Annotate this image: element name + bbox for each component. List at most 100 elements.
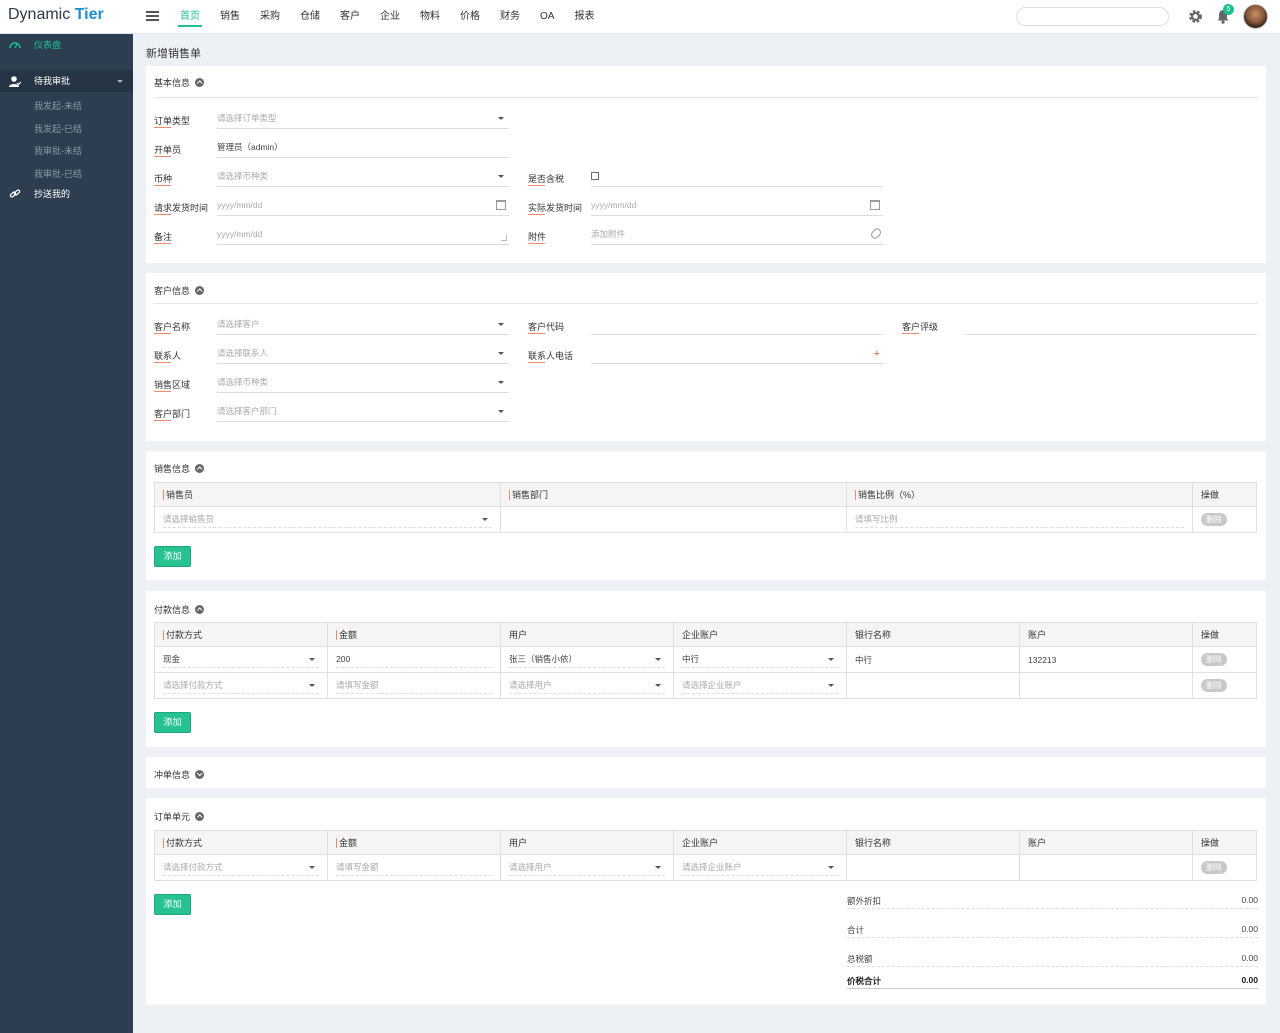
attachment-field[interactable]: 附件 添加附件	[528, 226, 883, 246]
section-title-basic[interactable]: 基本信息	[154, 76, 205, 89]
collapse-icon[interactable]	[195, 464, 205, 473]
section-title-units[interactable]: 订单单元	[154, 810, 205, 823]
add-unit-button[interactable]: 添加	[154, 894, 191, 915]
order-units-panel: 订单单元 付款方式 金额 用户 企业账户 银行名称 账户 操做 请选择付款方式 …	[146, 798, 1266, 1005]
payment-method-select[interactable]: 请选择付款方式	[163, 677, 319, 694]
customer-rating-field: 客户评级	[902, 316, 1257, 336]
plus-icon[interactable]: +	[874, 346, 880, 363]
customer-name-select[interactable]: 请选择客户	[217, 316, 509, 335]
dropdown-arrow-icon	[309, 658, 315, 661]
currency-select[interactable]: 请选择币种类	[217, 168, 509, 187]
delete-button[interactable]: 删除	[1201, 653, 1227, 666]
actual-ship-date-input[interactable]: yyyy/mm/dd	[591, 197, 883, 216]
user-select[interactable]: 张三（销售小依）	[509, 651, 665, 668]
user-select[interactable]: 请选择用户	[509, 859, 665, 876]
section-title-sales[interactable]: 销售信息	[154, 462, 205, 475]
order-units-table: 付款方式 金额 用户 企业账户 银行名称 账户 操做 请选择付款方式 请填写金额…	[154, 830, 1257, 881]
dropdown-arrow-icon	[309, 866, 315, 869]
nav-storage[interactable]: 仓储	[290, 0, 330, 34]
delete-button[interactable]: 删除	[1201, 861, 1227, 874]
sidebar-subitem[interactable]: 我发起-未结	[34, 99, 82, 112]
section-title-offset[interactable]: 冲单信息	[154, 768, 205, 781]
dropdown-arrow-icon	[498, 175, 504, 178]
bank-name-cell: 中行	[846, 646, 1020, 673]
resize-handle-icon[interactable]	[501, 235, 507, 241]
nav-customer[interactable]: 客户	[330, 0, 370, 34]
ratio-input[interactable]: 请填写比例	[855, 511, 1184, 528]
collapse-icon[interactable]	[195, 78, 205, 87]
dropdown-arrow-icon	[482, 518, 488, 521]
contact-select[interactable]: 请选择联系人	[217, 345, 509, 364]
contact-phone-field[interactable]: 联系人电话 +	[528, 345, 883, 365]
amount-input[interactable]: 200	[336, 651, 492, 668]
sidebar-item-dashboard[interactable]: 仪表盘	[0, 34, 133, 56]
sidebar-item-cc[interactable]: 抄送我的	[0, 183, 133, 205]
collapse-icon[interactable]	[195, 605, 205, 614]
avatar[interactable]	[1243, 4, 1268, 29]
delete-button[interactable]: 删除	[1201, 513, 1227, 526]
sales-region-field[interactable]: 销售区域 请选择币种类	[154, 374, 509, 394]
attachment-input[interactable]: 添加附件	[591, 226, 883, 245]
request-ship-date-field[interactable]: 请求发货时间 yyyy/mm/dd	[154, 197, 509, 217]
app-logo[interactable]: Dynamic Tier	[8, 6, 104, 24]
nav-finance[interactable]: 财务	[490, 0, 530, 34]
amount-input[interactable]: 请填写金额	[336, 859, 492, 876]
add-payment-button[interactable]: 添加	[154, 712, 191, 733]
request-ship-date-input[interactable]: yyyy/mm/dd	[217, 197, 509, 216]
calendar-icon[interactable]	[870, 200, 880, 210]
dropdown-arrow-icon	[498, 381, 504, 384]
nav-purchase[interactable]: 采购	[250, 0, 290, 34]
customer-dept-select[interactable]: 请选择客户部门	[217, 403, 509, 422]
seller-select[interactable]: 请选择销售员	[163, 511, 492, 528]
nav-enterprise[interactable]: 企业	[370, 0, 410, 34]
nav-sales[interactable]: 销售	[210, 0, 250, 34]
gear-icon[interactable]	[1187, 8, 1204, 25]
section-title-payment[interactable]: 付款信息	[154, 603, 205, 616]
actual-ship-date-field[interactable]: 实际发货时间 yyyy/mm/dd	[528, 197, 883, 217]
remark-textarea[interactable]: yyyy/mm/dd	[217, 226, 509, 245]
collapse-icon[interactable]	[195, 812, 205, 821]
paperclip-icon[interactable]	[869, 226, 883, 241]
nav-oa[interactable]: OA	[530, 0, 564, 34]
contact-phone-input[interactable]: +	[591, 345, 883, 364]
payment-method-select[interactable]: 请选择付款方式	[163, 859, 319, 876]
nav-report[interactable]: 报表	[564, 0, 604, 34]
sales-dept-cell	[500, 506, 847, 533]
expand-icon[interactable]	[195, 770, 205, 779]
sidebar-subitem[interactable]: 我审批-未结	[34, 144, 82, 157]
section-title-customer[interactable]: 客户信息	[154, 284, 205, 297]
amount-input[interactable]: 请填写金额	[336, 677, 492, 694]
calendar-icon[interactable]	[496, 200, 506, 210]
nav-home[interactable]: 首页	[170, 0, 210, 34]
user-select[interactable]: 请选择用户	[509, 677, 665, 694]
payment-method-select[interactable]: 现金	[163, 651, 319, 668]
enterprise-account-select[interactable]: 请选择企业账户	[682, 859, 838, 876]
customer-dept-field[interactable]: 客户部门 请选择客户部门	[154, 403, 509, 423]
customer-name-field[interactable]: 客户名称 请选择客户	[154, 316, 509, 336]
contact-field[interactable]: 联系人 请选择联系人	[154, 345, 509, 365]
remark-field[interactable]: 备注 yyyy/mm/dd	[154, 226, 509, 246]
add-sales-button[interactable]: 添加	[154, 546, 191, 567]
sidebar-subitem[interactable]: 我审批-已结	[34, 167, 82, 180]
collapse-icon[interactable]	[195, 286, 205, 295]
basic-info-panel: 基本信息 订单类型 请选择订单类型 开单员 管理员（admin） 币种 请选择币…	[146, 66, 1266, 263]
offset-info-panel: 冲单信息	[146, 757, 1266, 788]
tax-included-field[interactable]: 是否含税	[528, 168, 883, 188]
enterprise-account-select[interactable]: 请选择企业账户	[682, 677, 838, 694]
sales-table: 销售员 销售部门 销售比例（%） 操做 请选择销售员 请填写比例 删除	[154, 482, 1257, 533]
search-input[interactable]	[1016, 7, 1169, 26]
sales-region-select[interactable]: 请选择币种类	[217, 374, 509, 393]
nav-material[interactable]: 物料	[410, 0, 450, 34]
nav-price[interactable]: 价格	[450, 0, 490, 34]
order-type-field[interactable]: 订单类型 请选择订单类型	[154, 110, 509, 130]
customer-info-panel: 客户信息 客户名称 请选择客户 客户代码 客户评级 联系人 请选择联系人 联系人…	[146, 273, 1266, 441]
enterprise-account-select[interactable]: 中行	[682, 651, 838, 668]
menu-toggle-icon[interactable]	[146, 11, 159, 21]
sidebar-subitem[interactable]: 我发起-已结	[34, 122, 82, 135]
dropdown-arrow-icon	[498, 117, 504, 120]
order-type-select[interactable]: 请选择订单类型	[217, 110, 509, 129]
delete-button[interactable]: 删除	[1201, 679, 1227, 692]
sidebar-item-pending[interactable]: 待我审批	[0, 70, 133, 92]
sidebar: 仪表盘 待我审批 我发起-未结 我发起-已结 我审批-未结 我审批-已结 抄送我…	[0, 34, 133, 1033]
currency-field[interactable]: 币种 请选择币种类	[154, 168, 509, 188]
